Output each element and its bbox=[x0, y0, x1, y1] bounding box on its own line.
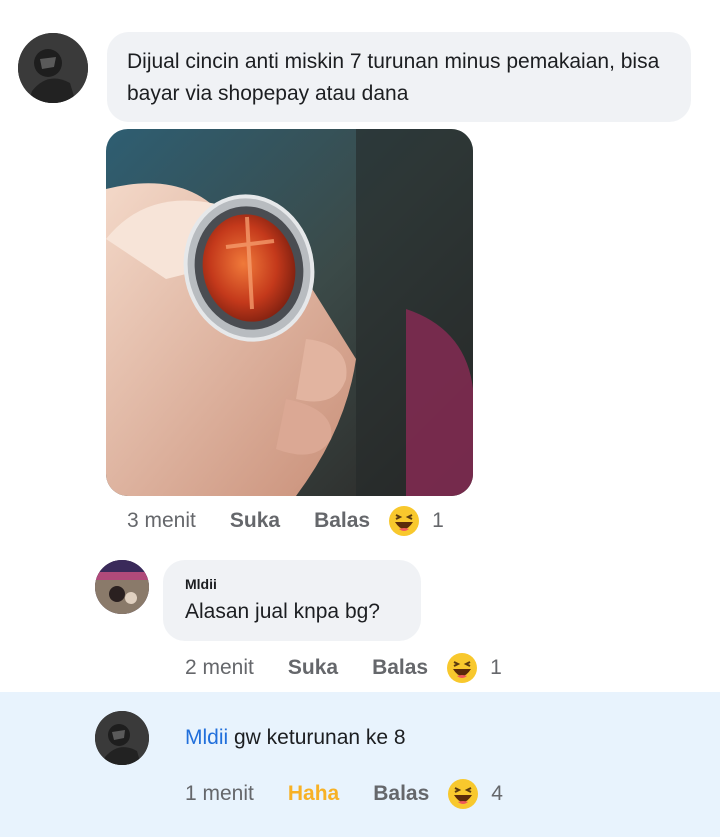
avatar[interactable] bbox=[95, 560, 149, 614]
reply-button[interactable]: Balas bbox=[373, 782, 429, 806]
reaction-summary[interactable]: 1 bbox=[446, 652, 502, 684]
ring-photo bbox=[106, 129, 473, 496]
like-button[interactable]: Suka bbox=[230, 509, 280, 533]
comment-bubble: Dijual cincin anti miskin 7 turunan minu… bbox=[107, 32, 691, 122]
attached-photo[interactable] bbox=[106, 129, 473, 496]
like-button[interactable]: Suka bbox=[288, 656, 338, 680]
reply-text: gw keturunan ke 8 bbox=[228, 726, 406, 749]
reply-actions: 2 menit Suka Balas 1 bbox=[185, 652, 502, 684]
reaction-count: 1 bbox=[490, 656, 502, 679]
reaction-summary[interactable]: 1 bbox=[388, 505, 444, 537]
profile-photo-icon bbox=[95, 711, 149, 765]
haha-emoji-icon bbox=[447, 653, 478, 683]
comment-actions: 3 menit Suka Balas 1 bbox=[127, 505, 444, 537]
haha-emoji-icon bbox=[389, 506, 420, 536]
comment-time[interactable]: 3 menit bbox=[127, 509, 196, 533]
reaction-count: 4 bbox=[491, 782, 503, 805]
reply-author[interactable]: Mldii bbox=[185, 576, 217, 592]
reaction-count: 1 bbox=[432, 509, 444, 532]
reply-time[interactable]: 1 menit bbox=[185, 782, 254, 806]
reply-bubble: Mldii Alasan jual knpa bg? bbox=[163, 560, 421, 641]
haha-reaction-button[interactable]: Haha bbox=[288, 782, 339, 806]
reaction-summary[interactable]: 4 bbox=[447, 778, 503, 810]
profile-photo-icon bbox=[95, 560, 149, 614]
haha-emoji-icon bbox=[448, 779, 479, 809]
reply-text: Alasan jual knpa bg? bbox=[185, 600, 380, 623]
reply-button[interactable]: Balas bbox=[314, 509, 370, 533]
reply-button[interactable]: Balas bbox=[372, 656, 428, 680]
mention-link[interactable]: Mldii bbox=[185, 726, 228, 749]
avatar[interactable] bbox=[18, 33, 88, 103]
reply-time[interactable]: 2 menit bbox=[185, 656, 254, 680]
reply-actions: 1 menit Haha Balas 4 bbox=[185, 778, 503, 810]
profile-photo-icon bbox=[18, 33, 88, 103]
reply-text-line: Mldii gw keturunan ke 8 bbox=[185, 722, 406, 754]
comment-text: Dijual cincin anti miskin 7 turunan minu… bbox=[127, 50, 660, 105]
avatar[interactable] bbox=[95, 711, 149, 765]
